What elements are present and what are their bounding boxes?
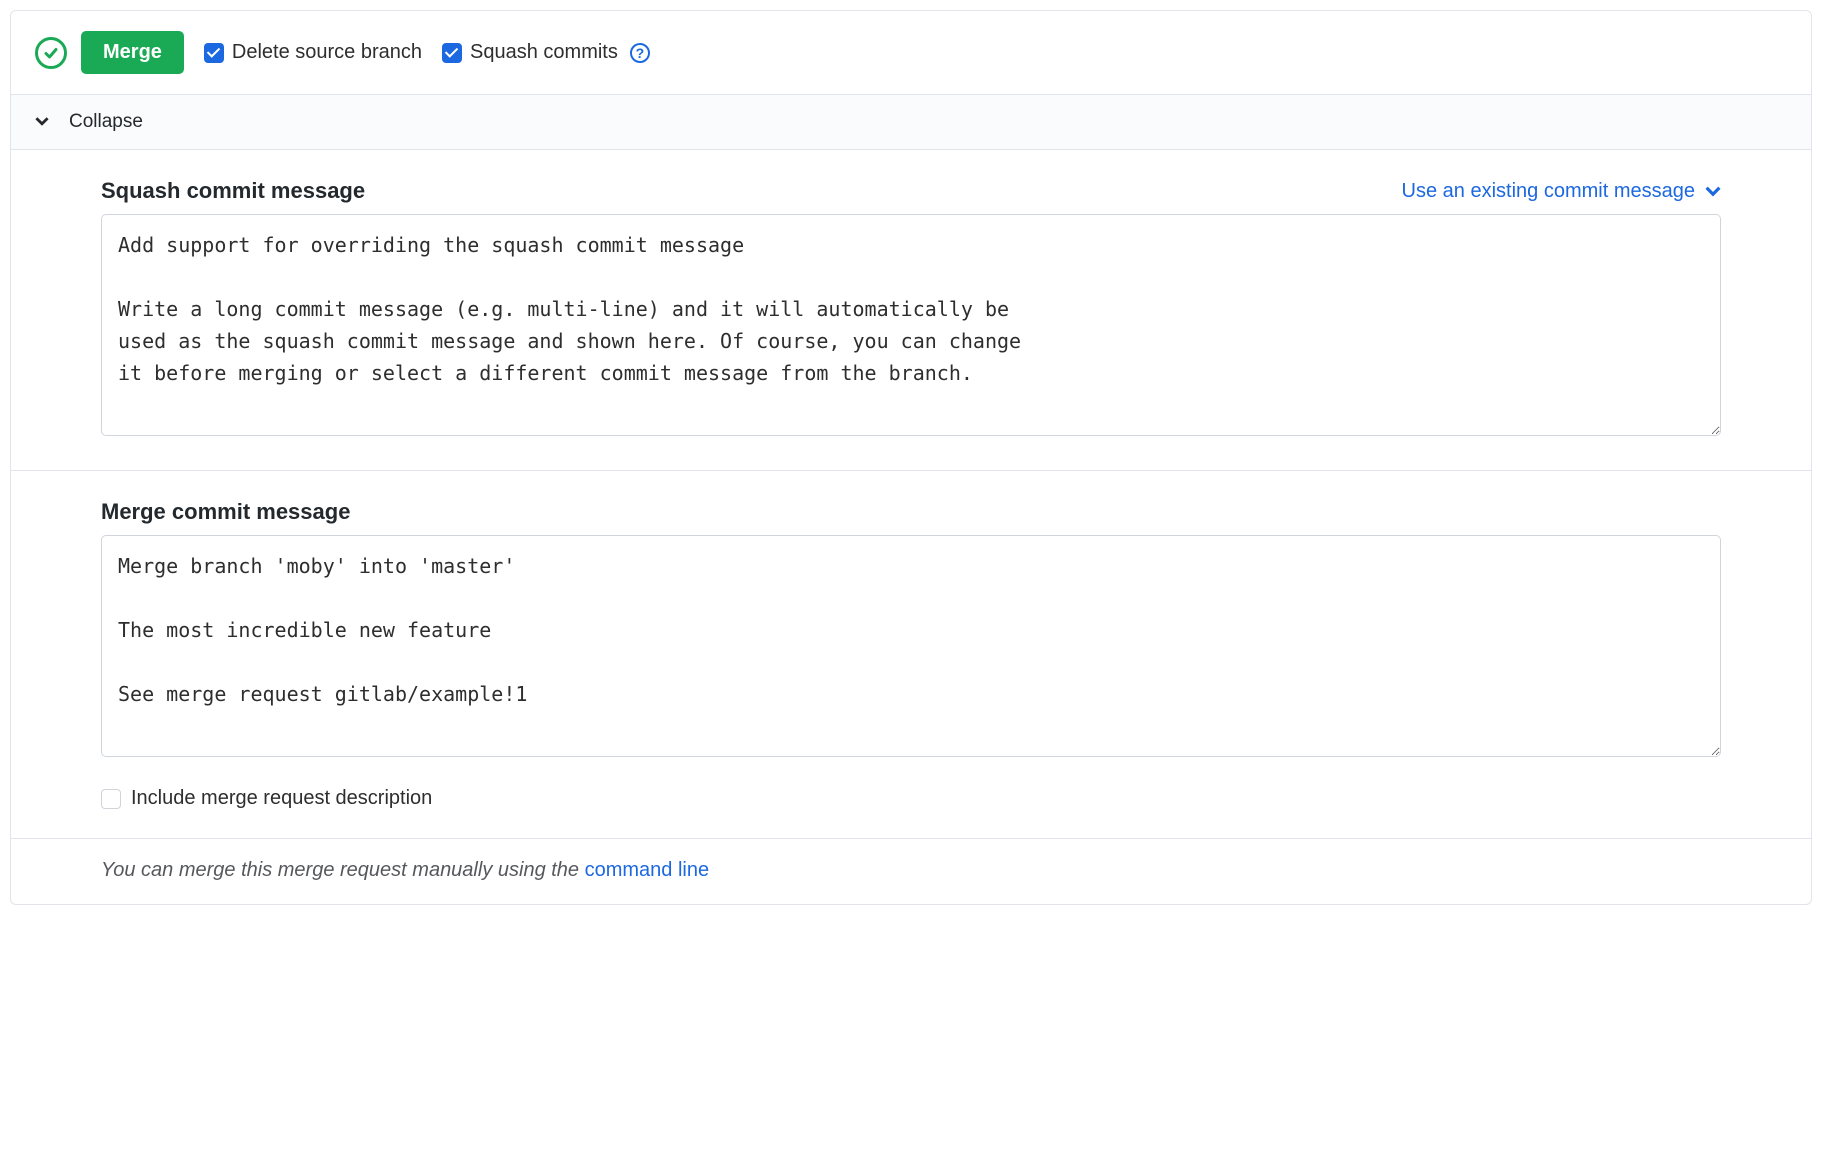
footer-text: You can merge this merge request manuall… [101,859,585,881]
command-line-link[interactable]: command line [585,859,710,881]
include-description-group: Include merge request description [101,787,1721,810]
delete-branch-checkbox[interactable] [204,43,224,63]
delete-branch-group: Delete source branch [204,41,422,64]
squash-commits-group: Squash commits ? [442,41,650,64]
include-description-label: Include merge request description [131,787,432,810]
use-existing-message-label: Use an existing commit message [1402,180,1695,203]
squash-commits-label: Squash commits [470,41,618,64]
squash-message-section: Squash commit message Use an existing co… [11,150,1811,471]
squash-section-title: Squash commit message [101,178,365,204]
squash-message-input[interactable] [101,214,1721,436]
merge-section-title: Merge commit message [101,499,350,525]
collapse-toggle[interactable]: Collapse [11,94,1811,150]
delete-branch-label: Delete source branch [232,41,422,64]
chevron-down-icon [35,114,49,131]
merge-section-header: Merge commit message [101,499,1721,525]
merge-button[interactable]: Merge [81,31,184,74]
merge-widget: Merge Delete source branch Squash commit… [10,10,1812,905]
collapse-label: Collapse [69,111,143,133]
merge-message-section: Merge commit message Include merge reque… [11,471,1811,839]
use-existing-message-link[interactable]: Use an existing commit message [1402,180,1721,203]
merge-message-input[interactable] [101,535,1721,757]
status-success-icon [35,37,67,69]
help-icon[interactable]: ? [630,43,650,63]
squash-section-header: Squash commit message Use an existing co… [101,178,1721,204]
chevron-down-icon [1705,183,1721,199]
manual-merge-footer: You can merge this merge request manuall… [11,839,1811,904]
merge-header: Merge Delete source branch Squash commit… [11,11,1811,94]
include-description-checkbox[interactable] [101,789,121,809]
squash-commits-checkbox[interactable] [442,43,462,63]
